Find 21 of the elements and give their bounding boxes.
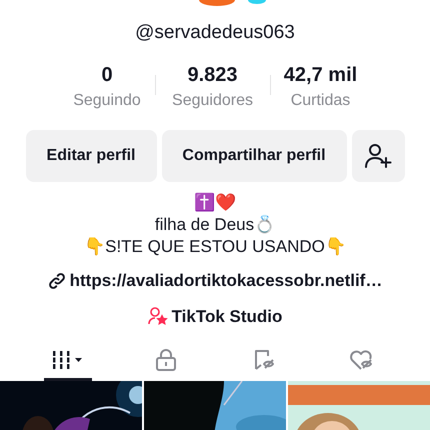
stat-value: 42,7 mil — [284, 63, 358, 87]
username: @servadedeus063 — [135, 21, 295, 45]
stat-value: 0 — [101, 63, 113, 87]
link-icon — [48, 272, 66, 290]
studio-link[interactable]: TikTok Studio — [172, 304, 282, 329]
stat-value: 9.823 — [187, 63, 238, 87]
add-person-icon — [364, 142, 392, 170]
person-star-icon — [148, 306, 168, 326]
add-friend-button[interactable] — [352, 130, 404, 182]
edit-profile-button[interactable]: Editar perfil — [26, 130, 156, 182]
bio-line: ✝❤ — [194, 192, 236, 214]
profile-link[interactable]: https://avaliadortiktokacessobr.netlif… — [70, 268, 382, 294]
heart-hidden-icon — [349, 348, 375, 372]
lock-icon — [155, 348, 177, 372]
share-profile-button[interactable]: Compartilhar perfil — [162, 130, 346, 182]
stat-label: Seguidores — [172, 91, 253, 111]
stat-label: Seguindo — [73, 91, 141, 111]
bio-line: filha de Deus💍 — [154, 214, 276, 236]
bio-line: 👇S!TE QUE ESTOU USANDO👇 — [84, 236, 346, 258]
stat-label: Curtidas — [290, 91, 350, 111]
bookmark-hidden-icon — [252, 348, 276, 372]
